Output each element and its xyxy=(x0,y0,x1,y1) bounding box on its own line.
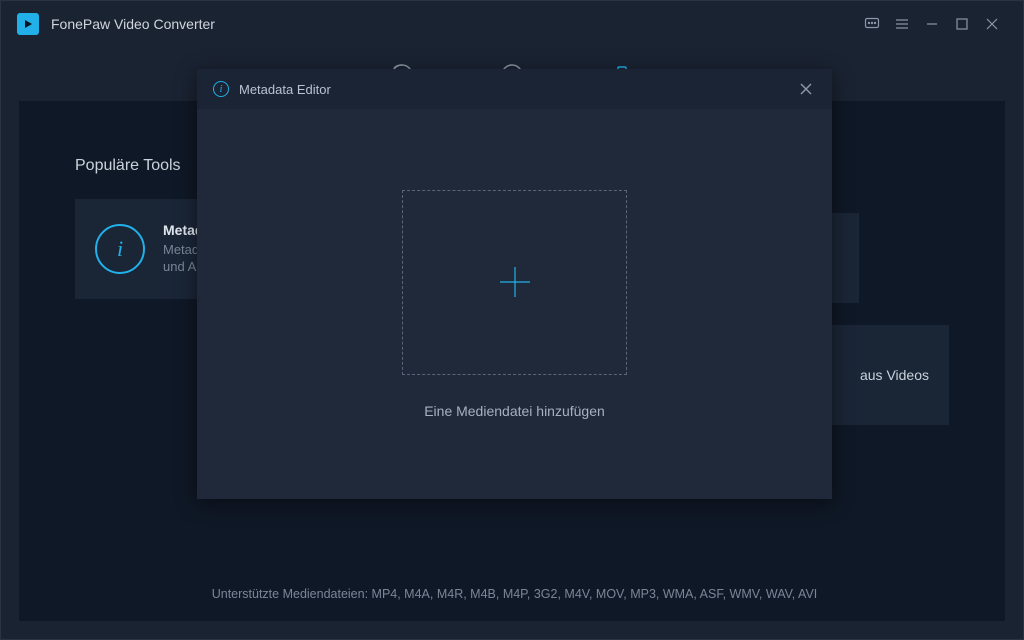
info-icon: i xyxy=(213,81,229,97)
modal-body: Eine Mediendatei hinzufügen xyxy=(197,109,832,499)
maximize-button[interactable] xyxy=(947,9,977,39)
app-logo-icon xyxy=(17,13,39,35)
window-close-button[interactable] xyxy=(977,9,1007,39)
add-media-dropzone[interactable] xyxy=(402,190,627,375)
dropzone-hint: Eine Mediendatei hinzufügen xyxy=(424,403,605,419)
titlebar: FonePaw Video Converter xyxy=(1,1,1023,47)
modal-header: i Metadata Editor xyxy=(197,69,832,109)
feedback-button[interactable] xyxy=(857,9,887,39)
supported-files-text: Unterstützte Mediendateien: MP4, M4A, M4… xyxy=(212,587,818,601)
app-title: FonePaw Video Converter xyxy=(51,16,215,32)
app-window: FonePaw Video Converter Populäre To xyxy=(0,0,1024,640)
metadata-editor-modal: i Metadata Editor Eine Mediendatei hinzu… xyxy=(197,69,832,499)
modal-close-button[interactable] xyxy=(796,79,816,99)
modal-title: Metadata Editor xyxy=(239,82,331,97)
supported-files-footer: Unterstützte Mediendateien: MP4, M4A, M4… xyxy=(197,567,832,621)
minimize-button[interactable] xyxy=(917,9,947,39)
card-peek-text: aus Videos xyxy=(860,367,929,383)
info-icon: i xyxy=(95,224,145,274)
menu-button[interactable] xyxy=(887,9,917,39)
